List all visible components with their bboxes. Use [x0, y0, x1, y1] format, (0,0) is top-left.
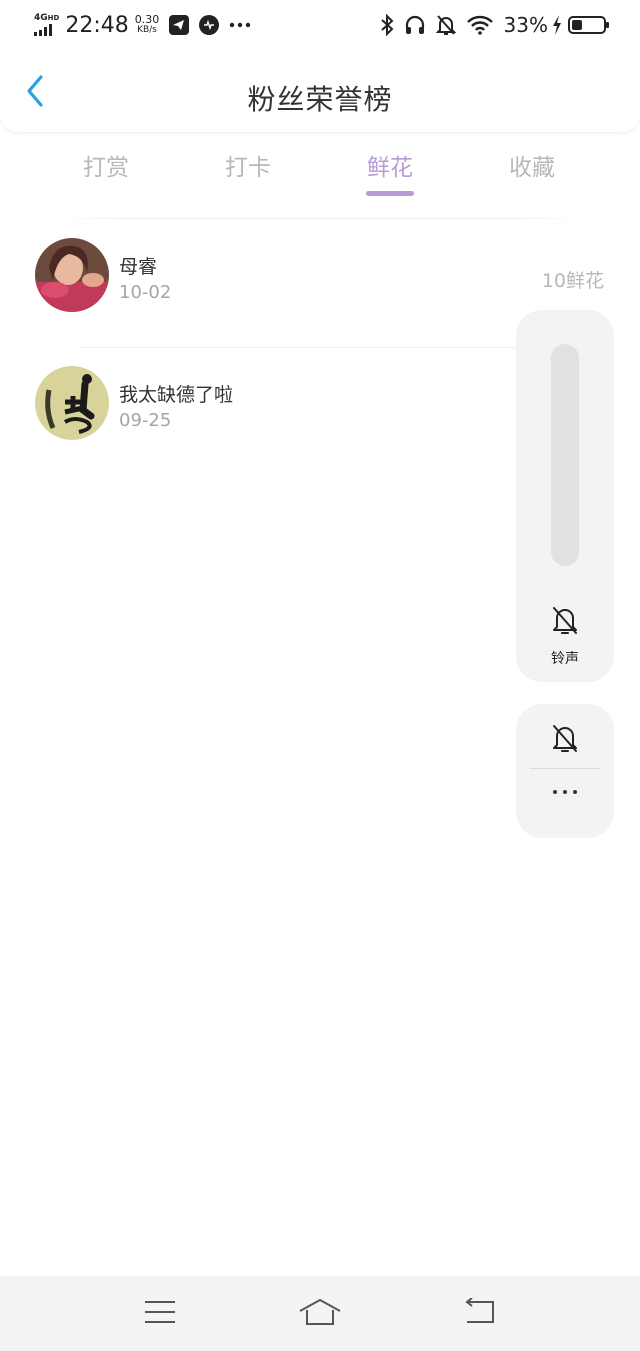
divider — [530, 768, 600, 769]
tab-tip[interactable]: 打赏 — [35, 148, 177, 204]
bell-mute-icon[interactable] — [550, 722, 580, 758]
network-indicator: 4GHD — [34, 14, 59, 36]
tab-favorites[interactable]: 收藏 — [461, 148, 603, 204]
signal-icon — [34, 24, 59, 36]
home-icon — [299, 1298, 341, 1330]
more-horizontal-icon[interactable] — [516, 790, 614, 794]
page-title: 粉丝荣誉榜 — [247, 83, 393, 116]
avatar[interactable] — [35, 238, 109, 312]
tab-checkin[interactable]: 打卡 — [177, 148, 319, 204]
fan-name: 我太缺德了啦 — [119, 384, 234, 406]
tab-flowers[interactable]: 鲜花 — [319, 148, 461, 204]
header: 粉丝荣誉榜 — [0, 50, 640, 132]
active-tab-indicator — [366, 191, 414, 196]
network-speed: 0.30 KB/s — [134, 13, 160, 35]
flower-count: 10鲜花 — [541, 270, 604, 292]
more-icon — [229, 22, 251, 28]
menu-icon — [144, 1300, 176, 1328]
tab-bar: 打赏 打卡 鲜花 收藏 — [35, 148, 605, 204]
navigation-bar — [0, 1276, 640, 1351]
list-item[interactable]: 母睿 10-02 10鲜花 — [0, 238, 640, 318]
bluetooth-icon — [380, 14, 394, 36]
home-button[interactable] — [295, 1294, 345, 1334]
clock: 22:48 — [65, 12, 129, 38]
volume-panel: 铃声 — [516, 310, 614, 682]
charging-icon — [552, 15, 562, 35]
divider — [80, 347, 550, 348]
app-icon — [199, 15, 220, 35]
menu-button[interactable] — [135, 1294, 185, 1334]
volume-label: 铃声 — [551, 651, 579, 667]
bell-mute-icon — [435, 14, 456, 36]
headphones-icon — [404, 14, 426, 36]
status-bar: 4GHD 22:48 0.30 KB/s 33% — [0, 0, 640, 50]
avatar[interactable] — [35, 366, 109, 440]
wifi-icon — [466, 15, 494, 35]
telegram-icon — [169, 15, 190, 35]
battery-icon — [568, 16, 609, 34]
back-nav-button[interactable] — [455, 1294, 505, 1334]
volume-slider[interactable] — [551, 344, 579, 566]
fan-date: 10-02 — [119, 282, 172, 303]
fan-date: 09-25 — [119, 410, 172, 431]
battery-percent: 33% — [503, 13, 548, 37]
fan-name: 母睿 — [119, 256, 158, 278]
back-icon — [464, 1296, 496, 1330]
volume-mini-panel — [516, 704, 614, 838]
divider — [55, 218, 585, 219]
bell-mute-icon[interactable] — [550, 604, 580, 640]
